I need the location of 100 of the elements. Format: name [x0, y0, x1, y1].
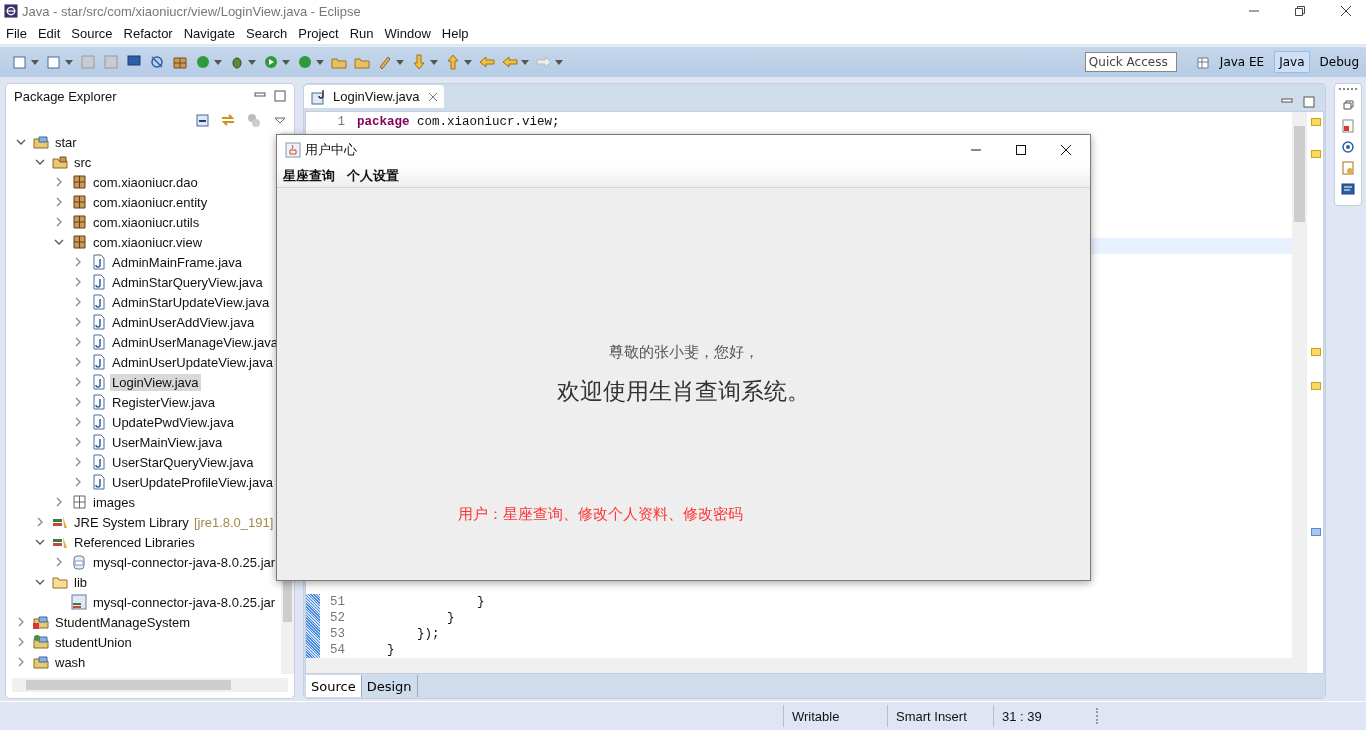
menu-item[interactable]: Edit [32, 25, 67, 41]
caret-icon[interactable] [31, 59, 39, 65]
tree-item[interactable]: star [53, 133, 79, 151]
line-number: 53 [329, 627, 346, 641]
caret-icon[interactable] [555, 59, 563, 65]
tree-item[interactable]: AdminStarUpdateView.java [110, 293, 272, 311]
tree-item[interactable]: com.xiaoniucr.view [91, 233, 205, 251]
occurrence-marker[interactable] [1311, 528, 1321, 536]
problems-icon[interactable] [1340, 118, 1356, 134]
link-arrows-icon[interactable] [220, 112, 236, 128]
package-icon [71, 234, 87, 250]
status-field: Smart Insert [887, 705, 993, 727]
java-file-icon [90, 414, 106, 430]
new-type-icon[interactable] [46, 54, 62, 70]
caret-icon[interactable] [282, 59, 290, 65]
menu-item[interactable]: Search [241, 25, 294, 41]
tree-item[interactable]: UserStarQueryView.java [110, 453, 256, 471]
tree-item[interactable]: AdminMainFrame.java [110, 253, 245, 271]
status-field: 31 : 39 [993, 705, 1096, 727]
menu-item[interactable]: 个人设置 [347, 167, 399, 185]
menu-item[interactable]: Window [379, 25, 437, 41]
menu-item[interactable]: 星座查询 [283, 167, 335, 185]
editor-tab[interactable]: LoginView.java [304, 85, 444, 108]
run-icon[interactable] [263, 54, 279, 70]
tree-item[interactable]: RegisterView.java [110, 393, 218, 411]
tree-item[interactable]: UserMainView.java [110, 433, 225, 451]
perspective-button[interactable]: Debug [1314, 51, 1364, 73]
tree-item[interactable]: mysql-connector-java-8.0.25.jar [91, 593, 278, 611]
horizontal-scrollbar[interactable] [306, 658, 1292, 673]
status-field: Writable [783, 705, 887, 727]
caret-icon[interactable] [248, 59, 256, 65]
tree-item[interactable]: Referenced Libraries [72, 533, 197, 551]
tree-item[interactable]: AdminUserManageView.java [110, 333, 280, 351]
tree-item[interactable]: mysql-connector-java-8.0.25.jar [91, 553, 278, 571]
warning-marker[interactable] [1311, 348, 1321, 356]
package-icon [71, 494, 87, 510]
menu-item[interactable]: File [1, 25, 33, 41]
package-icon[interactable] [172, 54, 188, 70]
java-file-icon [90, 454, 106, 470]
back-arrow-icon[interactable] [502, 54, 518, 70]
back-arrow-icon[interactable] [479, 54, 495, 70]
java-file-icon [90, 314, 106, 330]
tree-item[interactable]: images [91, 493, 137, 511]
caret-icon[interactable] [396, 59, 404, 65]
project-icon [33, 634, 49, 650]
menu-item[interactable]: Refactor [118, 25, 179, 41]
restore-icon[interactable] [1294, 5, 1306, 17]
maximize-icon[interactable] [1015, 144, 1027, 156]
tree-item[interactable]: AdminStarQueryView.java [110, 273, 265, 291]
tree-item[interactable]: AdminUserUpdateView.java [110, 353, 275, 371]
tree-item[interactable]: studentUnion [53, 633, 134, 651]
caret-icon[interactable] [464, 59, 472, 65]
caret-icon[interactable] [521, 59, 529, 65]
down-arrow-icon[interactable] [411, 54, 427, 70]
line-number: 1 [336, 115, 346, 129]
horizontal-scrollbar[interactable] [12, 678, 288, 692]
code-line: } [446, 611, 455, 625]
caret-icon[interactable] [214, 59, 222, 65]
console-icon[interactable] [1340, 181, 1356, 197]
tree-item[interactable]: LoginView.java [110, 373, 201, 391]
open-perspective-icon[interactable] [1195, 54, 1212, 70]
close-icon[interactable] [1060, 144, 1072, 156]
editor-mode-tab[interactable]: Design [361, 675, 418, 697]
menu-item[interactable]: Navigate [178, 25, 241, 41]
warning-marker[interactable] [1311, 382, 1321, 390]
tree-item[interactable]: UpdatePwdView.java [110, 413, 236, 431]
tree-item[interactable]: UserUpdateProfileView.java [110, 473, 275, 491]
perspective-button[interactable]: Java [1274, 51, 1310, 73]
tree-item[interactable]: com.xiaoniucr.dao [91, 173, 200, 191]
tree-item[interactable]: JRE System Library [72, 513, 191, 531]
folder-icon [52, 574, 68, 590]
tree-item[interactable]: lib [72, 573, 89, 591]
warning-marker[interactable] [1311, 150, 1321, 158]
perspective-button[interactable]: Java EE [1214, 51, 1270, 73]
line-number: 52 [329, 611, 346, 625]
project-icon [33, 614, 49, 630]
up-arrow-icon[interactable] [445, 54, 461, 70]
caret-icon[interactable] [65, 59, 73, 65]
new-icon[interactable] [12, 54, 28, 70]
vertical-scrollbar[interactable] [1292, 112, 1307, 673]
pen-icon[interactable] [377, 54, 393, 70]
menu-item[interactable]: Source [66, 25, 119, 41]
menu-item[interactable]: Help [436, 25, 475, 41]
tree-item[interactable]: AdminUserAddView.java [110, 313, 257, 331]
collapse-all-icon[interactable] [194, 112, 210, 128]
skip-breakpoints-icon[interactable] [149, 54, 165, 70]
quick-access-field[interactable]: Quick Access [1084, 52, 1177, 72]
tree-item[interactable]: src [72, 153, 94, 171]
caret-icon[interactable] [430, 59, 438, 65]
warning-marker[interactable] [1311, 118, 1321, 126]
close-icon[interactable] [1340, 5, 1352, 17]
menu-item[interactable]: Project [293, 25, 345, 41]
menu-item[interactable]: Run [344, 25, 380, 41]
caret-icon[interactable] [316, 59, 324, 65]
view-tab[interactable]: Package Explorer [6, 86, 246, 106]
tree-item[interactable]: wash [53, 653, 88, 671]
tree-item[interactable]: com.xiaoniucr.utils [91, 213, 202, 231]
tree-item[interactable]: com.xiaoniucr.entity [91, 193, 210, 211]
tree-item[interactable]: StudentManageSystem [53, 613, 193, 631]
editor-mode-tab[interactable]: Source [306, 675, 362, 697]
